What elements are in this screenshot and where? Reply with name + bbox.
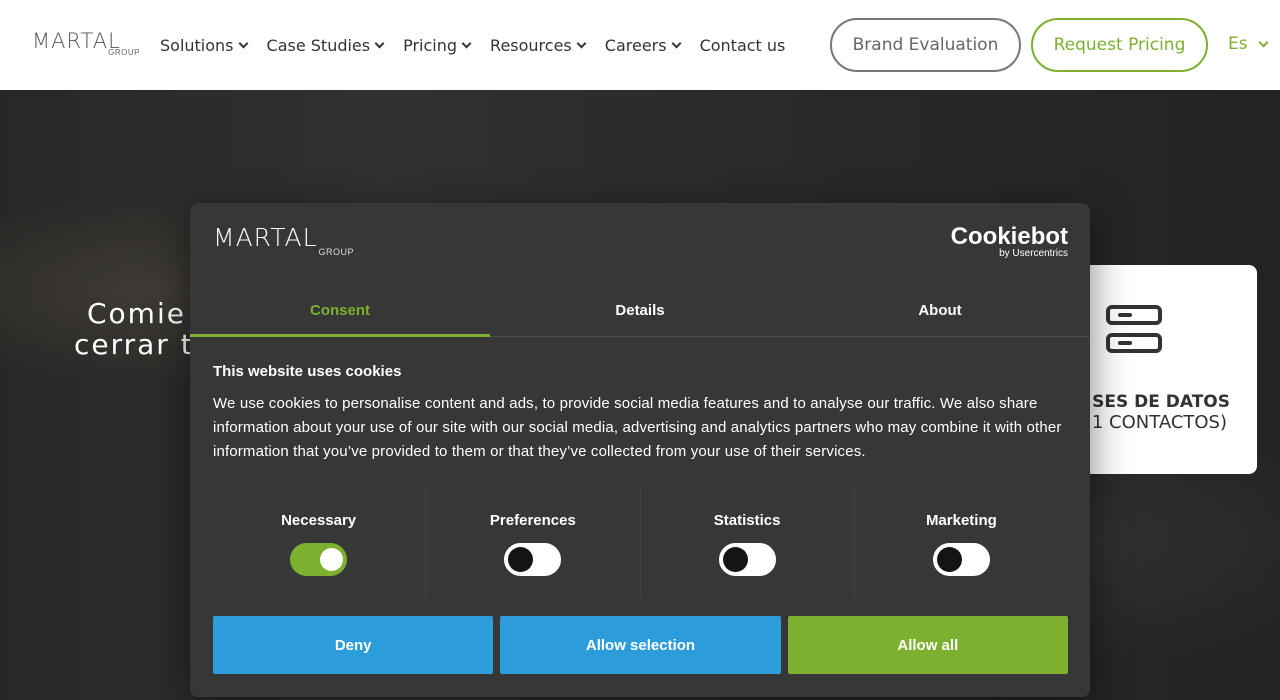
cookie-heading: This website uses cookies — [213, 363, 402, 380]
chevron-down-icon — [374, 38, 385, 48]
cookiebot-byline: by Usercentrics — [999, 248, 1068, 259]
chevron-down-icon — [1258, 37, 1269, 47]
cookie-actions: Deny Allow selection Allow all — [213, 616, 1068, 674]
tab-about[interactable]: About — [790, 285, 1090, 336]
chevron-down-icon — [576, 38, 587, 48]
chevron-down-icon — [461, 38, 472, 48]
nav-case-studies[interactable]: Case Studies — [266, 35, 385, 55]
martal-logo[interactable]: MARTAL GROUP — [32, 30, 142, 60]
allow-selection-button[interactable]: Allow selection — [500, 616, 781, 674]
cookie-body-text: We use cookies to personalise content an… — [213, 395, 1062, 460]
card-title: SES DE DATOS — [1092, 392, 1230, 412]
category-preferences-label: Preferences — [489, 512, 576, 529]
tab-consent[interactable]: Consent — [190, 285, 490, 337]
consent-tabs: Consent Details About — [190, 285, 1090, 337]
site-header: MARTAL GROUP Solutions Case Studies Pric… — [0, 0, 1280, 90]
nav-solutions-label: Solutions — [160, 35, 234, 55]
logo-subtitle: GROUP — [108, 48, 140, 57]
chevron-down-icon — [238, 38, 248, 48]
cookiebot-logo[interactable]: Cookiebot by Usercentrics — [951, 225, 1068, 259]
main-nav: Solutions Case Studies Pricing Resources… — [160, 0, 785, 90]
preferences-toggle[interactable] — [504, 543, 562, 576]
nav-case-studies-label: Case Studies — [266, 35, 371, 55]
category-statistics-label: Statistics — [713, 512, 781, 529]
statistics-toggle[interactable] — [718, 543, 776, 576]
marketing-toggle[interactable] — [932, 543, 990, 576]
nav-resources[interactable]: Resources — [490, 35, 587, 55]
nav-resources-label: Resources — [490, 35, 572, 55]
chevron-down-icon — [671, 38, 682, 48]
language-selector[interactable]: Es — [1228, 34, 1269, 54]
category-statistics: Statistics — [641, 488, 855, 598]
language-label: Es — [1228, 34, 1248, 54]
hero-title: Comie cerrar t — [74, 298, 194, 360]
database-icon — [1106, 305, 1162, 353]
card-subtitle: 1 CONTACTOS) — [1091, 412, 1227, 433]
nav-careers[interactable]: Careers — [604, 35, 682, 55]
deny-button[interactable]: Deny — [213, 616, 494, 674]
cookie-categories: Necessary Preferences Statistics Marketi… — [190, 488, 1090, 598]
necessary-toggle[interactable] — [290, 543, 348, 576]
category-necessary: Necessary — [212, 488, 427, 598]
nav-contact-us[interactable]: Contact us — [700, 36, 786, 55]
nav-contact-us-label: Contact us — [699, 35, 786, 55]
category-marketing: Marketing — [855, 488, 1068, 598]
category-marketing-label: Marketing — [925, 512, 997, 529]
dialog-logo-subtitle: GROUP — [318, 247, 354, 257]
dialog-logo: MARTAL GROUP — [213, 225, 358, 259]
category-preferences: Preferences — [426, 488, 641, 598]
hero-title-line1: Comie — [87, 297, 186, 330]
cookiebot-brand: Cookiebot — [950, 223, 1068, 250]
nav-solutions[interactable]: Solutions — [160, 35, 248, 55]
nav-pricing[interactable]: Pricing — [403, 35, 472, 55]
cookie-consent-dialog: MARTAL GROUP Cookiebot by Usercentrics C… — [190, 203, 1090, 697]
tab-details[interactable]: Details — [490, 285, 790, 336]
allow-all-button[interactable]: Allow all — [787, 616, 1068, 674]
nav-pricing-label: Pricing — [403, 35, 458, 55]
request-pricing-button[interactable]: Request Pricing — [1031, 18, 1208, 72]
category-necessary-label: Necessary — [281, 512, 357, 529]
brand-evaluation-button[interactable]: Brand Evaluation — [830, 18, 1021, 72]
nav-careers-label: Careers — [604, 35, 667, 55]
hero-title-line2: cerrar t — [74, 328, 194, 361]
